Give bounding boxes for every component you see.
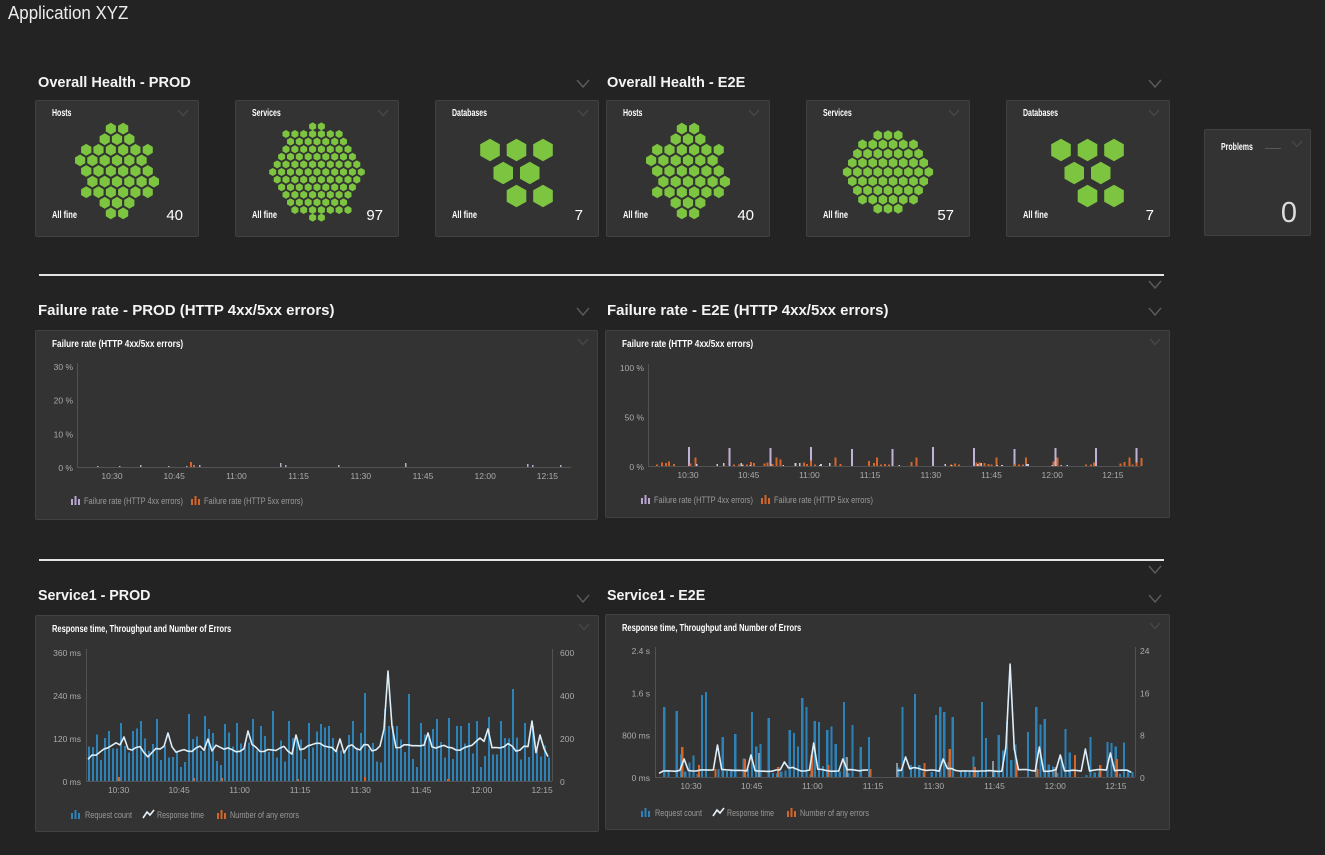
- svg-text:12:00: 12:00: [475, 471, 497, 481]
- svg-text:16: 16: [1140, 688, 1150, 698]
- svg-text:11:30: 11:30: [923, 781, 944, 791]
- svg-text:10:30: 10:30: [680, 781, 702, 791]
- svg-text:11:45: 11:45: [984, 781, 1005, 791]
- svg-text:11:30: 11:30: [350, 471, 371, 481]
- svg-text:20 %: 20 %: [54, 396, 74, 406]
- svg-text:12:00: 12:00: [1045, 781, 1067, 791]
- svg-text:0 ms: 0 ms: [632, 773, 650, 783]
- svg-text:360 ms: 360 ms: [53, 648, 81, 658]
- svg-text:11:15: 11:15: [860, 470, 881, 480]
- svg-text:12:15: 12:15: [531, 785, 553, 795]
- svg-text:24: 24: [1140, 646, 1150, 656]
- svg-text:0 %: 0 %: [58, 463, 73, 473]
- svg-text:0: 0: [560, 777, 565, 787]
- svg-text:600: 600: [560, 648, 574, 658]
- svg-text:11:45: 11:45: [411, 785, 432, 795]
- svg-text:11:00: 11:00: [799, 470, 820, 480]
- svg-text:10:45: 10:45: [168, 785, 190, 795]
- svg-text:12:15: 12:15: [1105, 781, 1127, 791]
- svg-text:100 %: 100 %: [620, 363, 645, 373]
- svg-text:10:45: 10:45: [738, 470, 760, 480]
- svg-text:Response time: Response time: [157, 810, 204, 821]
- svg-text:2.4 s: 2.4 s: [632, 646, 650, 656]
- svg-text:Request count: Request count: [655, 808, 702, 819]
- svg-text:12:00: 12:00: [1042, 470, 1064, 480]
- svg-text:120 ms: 120 ms: [53, 734, 81, 744]
- svg-text:11:30: 11:30: [920, 470, 941, 480]
- svg-text:Failure rate (HTTP 4xx errors): Failure rate (HTTP 4xx errors): [654, 495, 753, 506]
- svg-text:11:15: 11:15: [863, 781, 884, 791]
- svg-text:11:00: 11:00: [802, 781, 823, 791]
- svg-text:30 %: 30 %: [54, 362, 74, 372]
- svg-text:11:00: 11:00: [226, 471, 247, 481]
- svg-text:0 ms: 0 ms: [63, 777, 81, 787]
- svg-text:240 ms: 240 ms: [53, 691, 81, 701]
- svg-text:10:45: 10:45: [741, 781, 763, 791]
- svg-text:200: 200: [560, 734, 574, 744]
- svg-text:1.6 s: 1.6 s: [632, 688, 650, 698]
- svg-text:800 ms: 800 ms: [622, 731, 650, 741]
- svg-text:400: 400: [560, 691, 574, 701]
- svg-text:11:45: 11:45: [413, 471, 434, 481]
- svg-text:Failure rate (HTTP 5xx errors): Failure rate (HTTP 5xx errors): [204, 496, 303, 507]
- svg-text:10:30: 10:30: [101, 471, 123, 481]
- svg-text:Number of any errors: Number of any errors: [230, 810, 299, 821]
- svg-text:12:00: 12:00: [471, 785, 493, 795]
- svg-text:10:45: 10:45: [164, 471, 186, 481]
- svg-text:11:15: 11:15: [288, 471, 309, 481]
- svg-text:10:30: 10:30: [677, 470, 699, 480]
- svg-text:12:15: 12:15: [1102, 470, 1124, 480]
- svg-text:Request count: Request count: [85, 810, 132, 821]
- svg-text:11:45: 11:45: [981, 470, 1002, 480]
- svg-text:10 %: 10 %: [54, 429, 74, 439]
- svg-text:50 %: 50 %: [625, 413, 645, 423]
- svg-text:Response time: Response time: [727, 808, 774, 819]
- svg-text:Failure rate (HTTP 5xx errors): Failure rate (HTTP 5xx errors): [774, 495, 873, 506]
- svg-text:Failure rate (HTTP 4xx errors): Failure rate (HTTP 4xx errors): [84, 496, 183, 507]
- svg-text:11:00: 11:00: [229, 785, 250, 795]
- svg-text:11:30: 11:30: [350, 785, 371, 795]
- svg-text:0 %: 0 %: [629, 462, 644, 472]
- svg-text:8: 8: [1140, 731, 1145, 741]
- svg-text:10:30: 10:30: [108, 785, 130, 795]
- svg-text:Number of any errors: Number of any errors: [800, 808, 869, 819]
- svg-text:0: 0: [1140, 773, 1145, 783]
- svg-text:12:15: 12:15: [537, 471, 559, 481]
- svg-text:11:15: 11:15: [290, 785, 311, 795]
